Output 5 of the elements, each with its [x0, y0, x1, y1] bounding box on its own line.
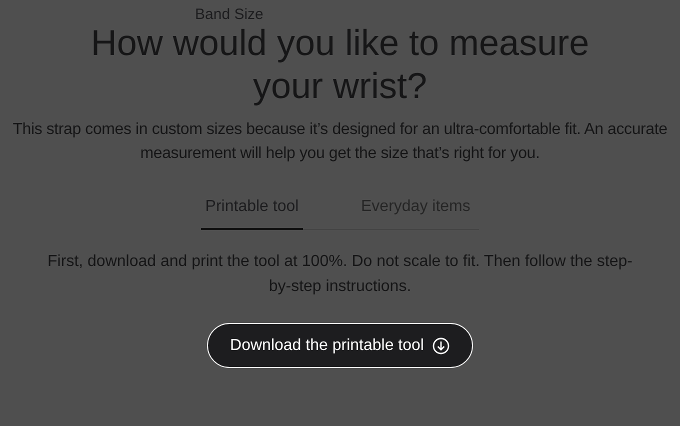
- download-icon: [432, 336, 450, 354]
- instructions: First, download and print the tool at 100%. Do not scale to fit. Then follow the step-by-step instructions.: [46, 252, 634, 297]
- download-button[interactable]: Download the printable tool: [207, 323, 473, 368]
- description: This strap comes in custom sizes because it’s designed for an ultra-comfortable fit. An accurate measurement will help you get the size that’s right for you.: [12, 120, 668, 164]
- heading: How would you like to measure your wrist?: [90, 21, 590, 107]
